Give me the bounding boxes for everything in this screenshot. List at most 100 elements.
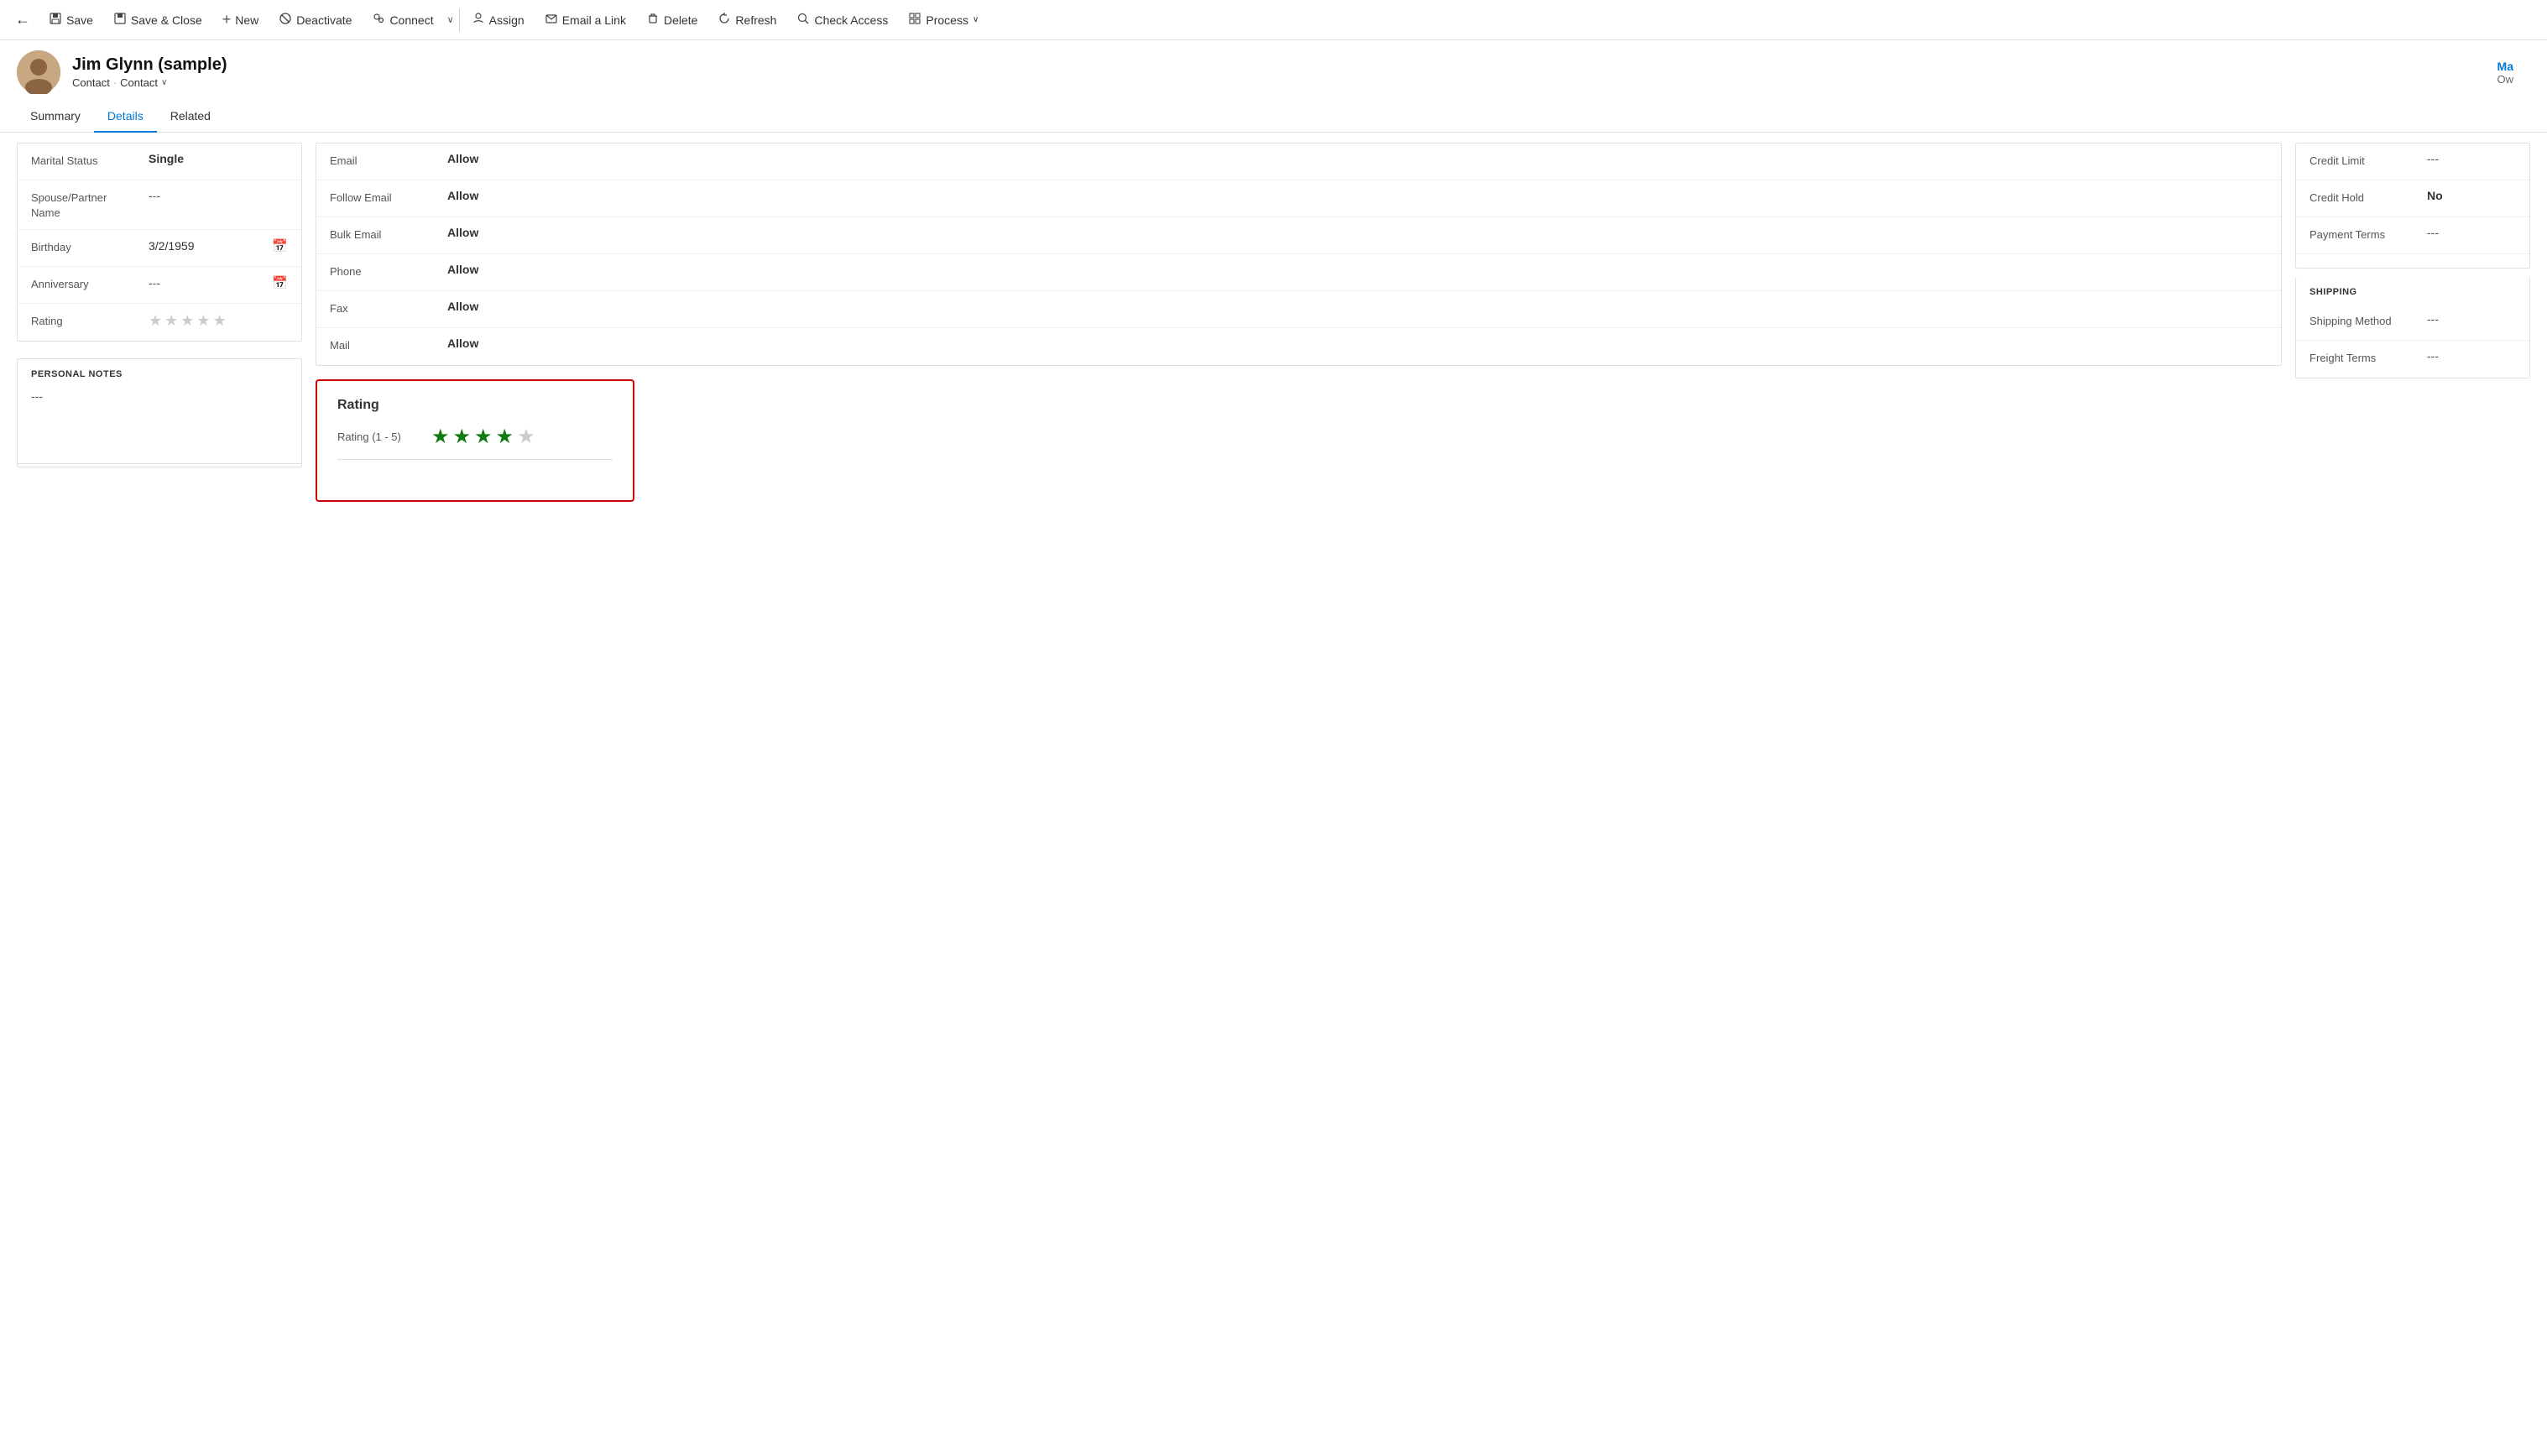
- deactivate-icon: [279, 12, 292, 28]
- save-button[interactable]: Save: [39, 0, 103, 40]
- assign-button[interactable]: Assign: [462, 0, 535, 40]
- follow-email-field: Follow Email Allow: [316, 180, 2281, 217]
- payment-terms-value: ---: [2427, 226, 2516, 239]
- anniversary-calendar-icon[interactable]: 📅: [272, 275, 288, 290]
- rating-stars[interactable]: ★ ★ ★ ★ ★: [149, 312, 227, 330]
- bulk-email-label: Bulk Email: [330, 226, 447, 243]
- tab-related[interactable]: Related: [157, 101, 224, 133]
- birthday-calendar-icon[interactable]: 📅: [272, 238, 288, 253]
- delete-button[interactable]: Delete: [636, 0, 707, 40]
- assign-label: Assign: [489, 13, 525, 27]
- mail-value: Allow: [447, 337, 2268, 350]
- check-access-button[interactable]: Check Access: [786, 0, 898, 40]
- popup-star-5[interactable]: ★: [517, 425, 535, 449]
- connect-dropdown[interactable]: ∨: [444, 14, 457, 25]
- email-pref-field: Email Allow: [316, 144, 2281, 180]
- new-button[interactable]: + New: [212, 0, 269, 40]
- star-4[interactable]: ★: [196, 312, 210, 330]
- marital-status-value: Single: [149, 152, 288, 165]
- credit-hold-label: Credit Hold: [2310, 189, 2427, 206]
- popup-star-1[interactable]: ★: [431, 425, 450, 449]
- rating-popup-title: Rating: [337, 398, 613, 413]
- payment-terms-label: Payment Terms: [2310, 226, 2427, 243]
- rating-popup-stars[interactable]: ★ ★ ★ ★ ★: [431, 425, 535, 449]
- header-right: Ma Ow: [2497, 60, 2531, 86]
- email-link-label: Email a Link: [562, 13, 626, 27]
- new-icon: +: [222, 11, 232, 29]
- anniversary-label: Anniversary: [31, 275, 149, 292]
- email-link-button[interactable]: Email a Link: [535, 0, 636, 40]
- follow-email-value: Allow: [447, 189, 2268, 202]
- phone-pref-value: Allow: [447, 263, 2268, 276]
- phone-pref-field: Phone Allow: [316, 254, 2281, 291]
- fax-label: Fax: [330, 300, 447, 316]
- spouse-partner-field: Spouse/PartnerName ---: [18, 180, 301, 230]
- email-pref-value: Allow: [447, 152, 2268, 165]
- birthday-label: Birthday: [31, 238, 149, 255]
- back-icon: ←: [15, 11, 30, 29]
- refresh-button[interactable]: Refresh: [707, 0, 786, 40]
- new-label: New: [235, 13, 258, 27]
- refresh-icon: [718, 12, 731, 28]
- email-icon: [545, 12, 558, 28]
- popup-spacer: [337, 467, 613, 483]
- star-5[interactable]: ★: [213, 312, 227, 330]
- header-right-sub: Ow: [2497, 73, 2514, 86]
- breadcrumb-dropdown-icon[interactable]: ∨: [161, 78, 167, 87]
- credit-limit-value: ---: [2427, 152, 2516, 165]
- popup-star-4[interactable]: ★: [496, 425, 514, 449]
- fax-field: Fax Allow: [316, 291, 2281, 328]
- process-icon: [908, 12, 921, 28]
- rating-popup-row: Rating (1 - 5) ★ ★ ★ ★ ★: [337, 425, 613, 460]
- phone-pref-label: Phone: [330, 263, 447, 279]
- personal-notes-divider: [18, 463, 301, 467]
- marital-status-field: Marital Status Single: [18, 144, 301, 180]
- birthday-value: 3/2/1959 📅: [149, 238, 288, 253]
- save-close-button[interactable]: Save & Close: [103, 0, 212, 40]
- tab-summary[interactable]: Summary: [17, 101, 94, 133]
- breadcrumb-link-2[interactable]: Contact: [120, 76, 158, 89]
- personal-notes-space: [18, 413, 301, 463]
- save-close-label: Save & Close: [131, 13, 202, 27]
- process-button[interactable]: Process ∨: [898, 0, 989, 40]
- bulk-email-field: Bulk Email Allow: [316, 217, 2281, 254]
- avatar: [17, 50, 60, 94]
- birthday-field: Birthday 3/2/1959 📅: [18, 230, 301, 267]
- popup-star-3[interactable]: ★: [474, 425, 493, 449]
- deactivate-label: Deactivate: [296, 13, 352, 27]
- rating-field: Rating ★ ★ ★ ★ ★: [18, 304, 301, 341]
- main-content: Marital Status Single Spouse/PartnerName…: [0, 133, 2547, 512]
- follow-email-label: Follow Email: [330, 189, 447, 206]
- breadcrumb-link-1[interactable]: Contact: [72, 76, 110, 89]
- back-button[interactable]: ←: [7, 0, 39, 40]
- payment-terms-field: Payment Terms ---: [2296, 217, 2529, 254]
- breadcrumb-separator: ·: [113, 76, 117, 89]
- email-pref-label: Email: [330, 152, 447, 169]
- freight-terms-value: ---: [2427, 349, 2516, 363]
- refresh-label: Refresh: [735, 13, 776, 27]
- process-label: Process: [926, 13, 968, 27]
- check-access-label: Check Access: [814, 13, 888, 27]
- middle-column: Email Allow Follow Email Allow Bulk Emai…: [316, 143, 2282, 502]
- process-dropdown-icon: ∨: [973, 15, 979, 24]
- deactivate-button[interactable]: Deactivate: [269, 0, 362, 40]
- spouse-value: ---: [149, 189, 288, 202]
- tab-details[interactable]: Details: [94, 101, 157, 133]
- star-1[interactable]: ★: [149, 312, 162, 330]
- popup-star-2[interactable]: ★: [453, 425, 472, 449]
- header-right-label: Ma: [2497, 60, 2513, 73]
- rating-popup-label: Rating (1 - 5): [337, 431, 421, 443]
- contact-title: Jim Glynn (sample) Contact · Contact ∨: [72, 55, 2486, 89]
- connect-button[interactable]: Connect: [362, 0, 443, 40]
- credit-limit-label: Credit Limit: [2310, 152, 2427, 169]
- shipping-method-field: Shipping Method ---: [2296, 304, 2529, 341]
- star-3[interactable]: ★: [180, 312, 194, 330]
- billing-panel: Credit Limit --- Credit Hold No Payment …: [2295, 143, 2530, 269]
- toolbar: ← Save Save & Close + New Deactivate Con…: [0, 0, 2547, 40]
- star-2[interactable]: ★: [164, 312, 178, 330]
- shipping-method-value: ---: [2427, 312, 2516, 326]
- rating-label: Rating: [31, 312, 149, 329]
- contact-preferences-panel: Email Allow Follow Email Allow Bulk Emai…: [316, 143, 2282, 366]
- credit-hold-field: Credit Hold No: [2296, 180, 2529, 217]
- bulk-email-value: Allow: [447, 226, 2268, 239]
